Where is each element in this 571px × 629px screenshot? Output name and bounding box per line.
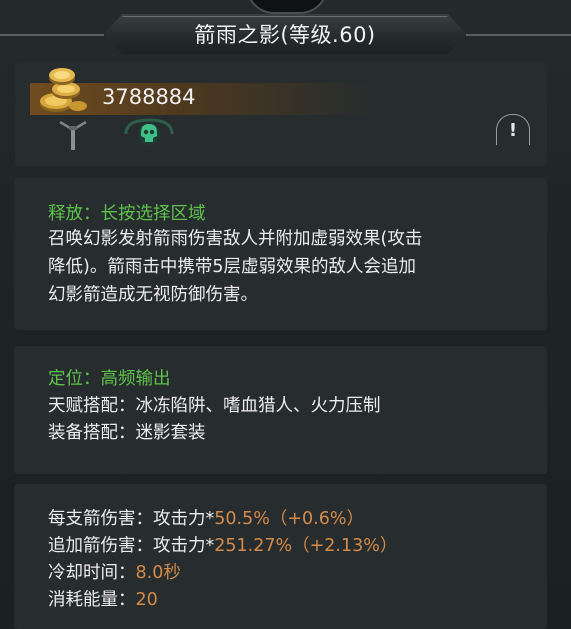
banner-divider-left <box>0 34 104 36</box>
role-heading: 定位：高频输出 <box>48 369 171 389</box>
talent-pairing: 天赋搭配：冰冻陷阱、嗜血猎人、火力压制 <box>48 396 381 416</box>
skill-detail-panel: 箭雨之影(等级.60) 3788884 ! 释放：长按选择区域 召唤幻影发射箭雨… <box>0 0 571 629</box>
gold-coins-icon <box>40 68 87 112</box>
energy-row: 消耗能量：20 <box>48 589 158 611</box>
extra-damage-label: 追加箭伤害：攻击力* <box>48 536 215 556</box>
energy-label: 消耗能量： <box>48 590 136 610</box>
skull-icon <box>124 118 174 145</box>
release-card <box>14 178 547 330</box>
equipment-pairing: 装备搭配：迷影套装 <box>48 423 206 443</box>
info-button[interactable]: ! <box>496 114 530 145</box>
arrow-damage-row: 每支箭伤害：攻击力*50.5%（+0.6%） <box>48 508 364 530</box>
gold-amount: 3788884 <box>102 85 196 109</box>
banner-divider-right <box>466 34 571 36</box>
extra-damage-value: 251.27%（+2.13%） <box>214 536 398 556</box>
cooldown-row: 冷却时间：8.0秒 <box>48 562 181 584</box>
arrow-damage-label: 每支箭伤害：攻击力* <box>48 509 215 529</box>
release-desc-line-2: 降低)。箭雨击中携带5层虚弱效果的敌人会追加 <box>48 257 416 277</box>
bow-weapon-icon <box>59 120 87 150</box>
arrow-damage-value: 50.5%（+0.6%） <box>214 509 364 529</box>
release-heading: 释放：长按选择区域 <box>48 204 206 224</box>
title-banner: 箭雨之影(等级.60) <box>104 14 466 54</box>
release-desc-line-3: 幻影箭造成无视防御伤害。 <box>48 285 258 305</box>
energy-value: 20 <box>135 590 158 610</box>
extra-damage-row: 追加箭伤害：攻击力*251.27%（+2.13%） <box>48 535 397 557</box>
cooldown-value: 8.0秒 <box>135 563 181 583</box>
skill-title: 箭雨之影(等级.60) <box>194 23 376 47</box>
cooldown-label: 冷却时间： <box>48 563 136 583</box>
release-desc-line-1: 召唤幻影发射箭雨伤害敌人并附加虚弱效果(攻击 <box>48 229 423 249</box>
top-ornament <box>246 0 328 14</box>
